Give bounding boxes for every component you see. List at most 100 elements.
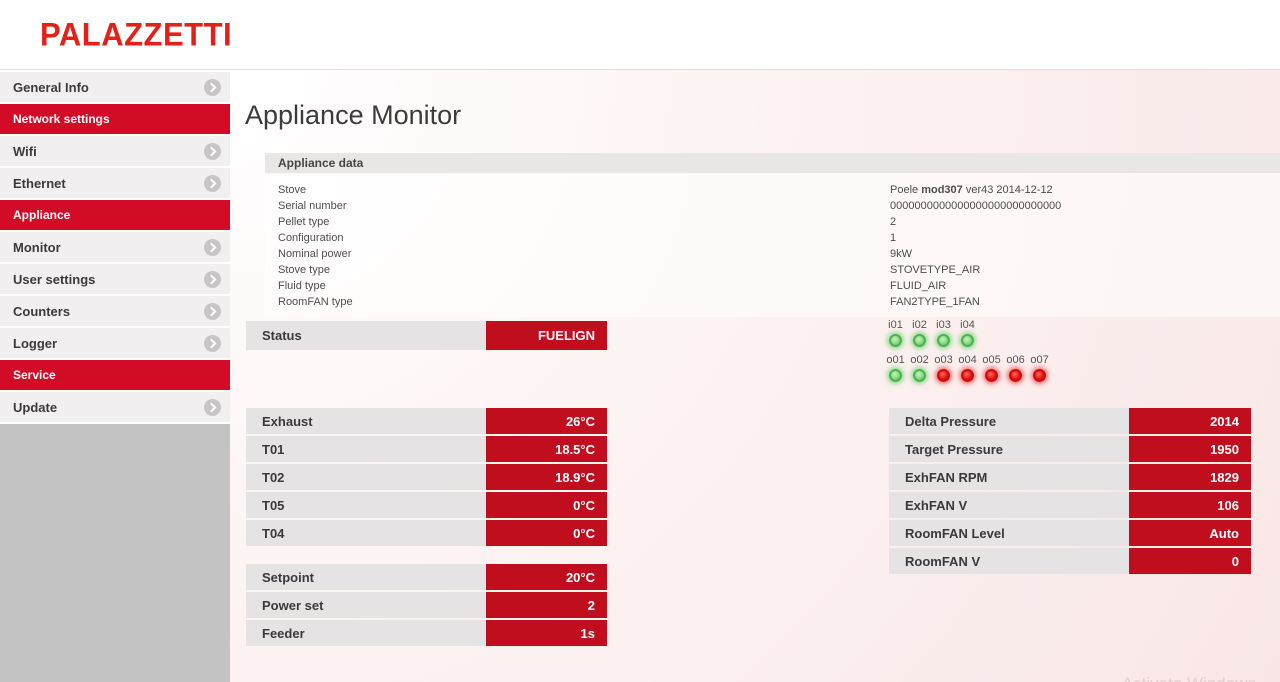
stove-model: mod307 — [921, 184, 963, 196]
sidebar-item-service[interactable]: Service — [0, 360, 230, 390]
row-label: Target Pressure — [889, 436, 1129, 462]
row-value: 0°C — [486, 492, 607, 518]
led-i01: i01 — [888, 319, 903, 347]
appliance-data-row: Stove Poele mod307 ver43 2014-12-12 — [278, 182, 1280, 198]
row-label: Configuration — [278, 232, 344, 244]
status-value: FUELIGN — [486, 321, 607, 350]
row-value: STOVETYPE_AIR — [890, 264, 981, 276]
sidebar-filler — [0, 424, 230, 682]
appliance-data-row: RoomFAN type FAN2TYPE_1FAN — [278, 294, 1280, 310]
led-o03: o03 — [934, 354, 953, 382]
table-row: Target Pressure 1950 — [889, 436, 1251, 462]
row-label: Stove — [278, 184, 307, 196]
led-i04: i04 — [960, 319, 975, 347]
led-label: i02 — [912, 319, 927, 331]
page-title: Appliance Monitor — [245, 100, 462, 130]
palazzetti-logo: PALAZZETTI — [40, 15, 233, 53]
table-row: RoomFAN Level Auto — [889, 520, 1251, 546]
led-indicator-icon — [961, 334, 974, 347]
led-label: o06 — [1006, 354, 1025, 366]
sidebar-item-label: Counters — [13, 303, 71, 319]
led-o04: o04 — [958, 354, 977, 382]
table-row: T04 0°C — [246, 520, 607, 546]
sidebar-item-label: Logger — [13, 335, 58, 351]
row-label: Fluid type — [278, 280, 326, 292]
sidebar-item-counters[interactable]: Counters — [0, 296, 230, 326]
chevron-right-icon — [204, 174, 221, 192]
top-header: PALAZZETTI — [0, 0, 1280, 70]
led-label: o03 — [934, 354, 953, 366]
chevron-right-icon — [204, 398, 221, 416]
led-o06: o06 — [1006, 354, 1025, 382]
appliance-data-row: Fluid type FLUID_AIR — [278, 278, 1280, 294]
row-value: 1 — [890, 232, 897, 244]
led-o05: o05 — [982, 354, 1001, 382]
sidebar-item-label: Network settings — [13, 112, 110, 126]
table-row: Delta Pressure 2014 — [889, 408, 1251, 434]
sidebar-item-appliance[interactable]: Appliance — [0, 200, 230, 230]
led-label: i04 — [960, 319, 975, 331]
fan-pressure-table: Delta Pressure 2014 Target Pressure 1950… — [889, 408, 1251, 576]
table-row: ExhFAN V 106 — [889, 492, 1251, 518]
appliance-data-row: Serial number 00000000000000000000000000… — [278, 198, 1280, 214]
temperatures-table: Exhaust 26°C T01 18.5°C T02 18.9°C T05 0… — [246, 408, 607, 548]
appliance-data-panel: Appliance data Stove Poele mod307 ver43 … — [265, 153, 1280, 317]
main-content: Appliance Monitor Appliance data Stove P… — [230, 70, 1280, 682]
row-value: 9kW — [890, 248, 912, 260]
led-indicator-icon — [985, 369, 998, 382]
row-label: T05 — [246, 492, 486, 518]
row-label: T01 — [246, 436, 486, 462]
row-value: 20°C — [486, 564, 607, 590]
appliance-data-header: Appliance data — [265, 153, 1280, 174]
chevron-right-icon — [204, 270, 221, 288]
sidebar-item-user-settings[interactable]: User settings — [0, 264, 230, 294]
stove-value-prefix: Poele — [890, 184, 922, 196]
table-row: Feeder 1s — [246, 620, 607, 646]
row-value: 1950 — [1129, 436, 1251, 462]
appliance-data-row: Configuration 1 — [278, 230, 1280, 246]
row-value: 1829 — [1129, 464, 1251, 490]
chevron-right-icon — [204, 302, 221, 320]
led-indicator-icon — [889, 369, 902, 382]
sidebar-item-label: Ethernet — [13, 175, 66, 191]
sidebar-item-update[interactable]: Update — [0, 392, 230, 422]
led-indicator-icon — [913, 369, 926, 382]
sidebar-item-label: Service — [13, 368, 56, 382]
sidebar-item-label: Monitor — [13, 239, 61, 255]
row-label: Power set — [246, 592, 486, 618]
led-label: o04 — [958, 354, 977, 366]
led-indicator-icon — [1033, 369, 1046, 382]
row-value: 106 — [1129, 492, 1251, 518]
sidebar-item-monitor[interactable]: Monitor — [0, 232, 230, 262]
appliance-data-row: Pellet type 2 — [278, 214, 1280, 230]
row-value: 0000000000000000000000000000 — [890, 200, 1062, 212]
sidebar: General Info Network settings Wifi Ether… — [0, 70, 230, 682]
row-label: Feeder — [246, 620, 486, 646]
led-label: i03 — [936, 319, 951, 331]
app-body: General Info Network settings Wifi Ether… — [0, 70, 1280, 682]
row-value: 2 — [486, 592, 607, 618]
row-label: Delta Pressure — [889, 408, 1129, 434]
sidebar-item-ethernet[interactable]: Ethernet — [0, 168, 230, 198]
led-o01: o01 — [886, 354, 905, 382]
row-value: 2014 — [1129, 408, 1251, 434]
stove-value-suffix: ver43 2014-12-12 — [962, 184, 1053, 196]
sidebar-item-network-settings[interactable]: Network settings — [0, 104, 230, 134]
os-activation-watermark: Activate Windows — [1122, 674, 1256, 682]
row-label: ExhFAN V — [889, 492, 1129, 518]
row-value: 0°C — [486, 520, 607, 546]
sidebar-item-label: General Info — [13, 79, 89, 95]
sidebar-item-logger[interactable]: Logger — [0, 328, 230, 358]
sidebar-item-general-info[interactable]: General Info — [0, 72, 230, 102]
chevron-right-icon — [204, 238, 221, 256]
led-label: o05 — [982, 354, 1001, 366]
appliance-data-body: Stove Poele mod307 ver43 2014-12-12 Seri… — [265, 174, 1280, 317]
sidebar-item-label: Appliance — [13, 208, 71, 222]
sidebar-item-wifi[interactable]: Wifi — [0, 136, 230, 166]
row-value: FAN2TYPE_1FAN — [890, 296, 980, 308]
row-label: Stove type — [278, 264, 330, 276]
row-value: 26°C — [486, 408, 607, 434]
chevron-right-icon — [204, 334, 221, 352]
led-label: i01 — [888, 319, 903, 331]
input-led-row: i01 i02 i03 i04 — [888, 319, 1046, 347]
